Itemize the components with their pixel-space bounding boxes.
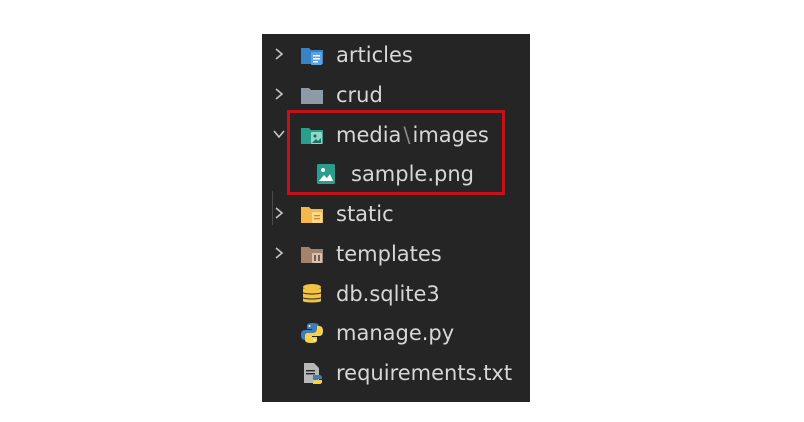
chevron-right-icon[interactable] bbox=[272, 206, 286, 220]
tree-item-label: templates bbox=[336, 242, 442, 266]
tree-item-label: static bbox=[336, 202, 394, 226]
tree-item-db-sqlite3[interactable]: db.sqlite3 bbox=[262, 276, 530, 312]
annotation-highlight-box bbox=[287, 110, 505, 195]
tree-item-label: articles bbox=[336, 43, 413, 67]
folder-yellow-icon bbox=[301, 207, 323, 223]
tree-item-label: db.sqlite3 bbox=[336, 282, 440, 306]
tree-item-label: crud bbox=[336, 83, 383, 107]
tree-item-templates[interactable]: templates bbox=[262, 236, 530, 272]
folder-grey-icon bbox=[301, 88, 323, 104]
tree-item-articles[interactable]: articles bbox=[262, 37, 530, 73]
chevron-right-icon[interactable] bbox=[272, 87, 286, 101]
tree-item-crud[interactable]: crud bbox=[262, 77, 530, 113]
tree-item-label: requirements.txt bbox=[336, 361, 513, 385]
chevron-right-icon[interactable] bbox=[272, 246, 286, 260]
tree-item-manage-py[interactable]: manage.py bbox=[262, 315, 530, 351]
tree-item-static[interactable]: static bbox=[262, 196, 530, 232]
chevron-right-icon[interactable] bbox=[272, 47, 286, 61]
folder-brown-icon bbox=[301, 247, 323, 263]
text-file-python-icon bbox=[304, 363, 322, 384]
file-explorer-panel: articles crud media\images sample.png st… bbox=[262, 34, 530, 402]
folder-blue-doc-icon bbox=[301, 48, 323, 65]
chevron-down-icon[interactable] bbox=[272, 127, 286, 141]
indent-guide bbox=[272, 191, 273, 225]
python-icon bbox=[301, 323, 323, 343]
database-icon bbox=[303, 284, 321, 303]
tree-item-requirements-txt[interactable]: requirements.txt bbox=[262, 355, 530, 391]
tree-item-label: manage.py bbox=[336, 321, 455, 345]
